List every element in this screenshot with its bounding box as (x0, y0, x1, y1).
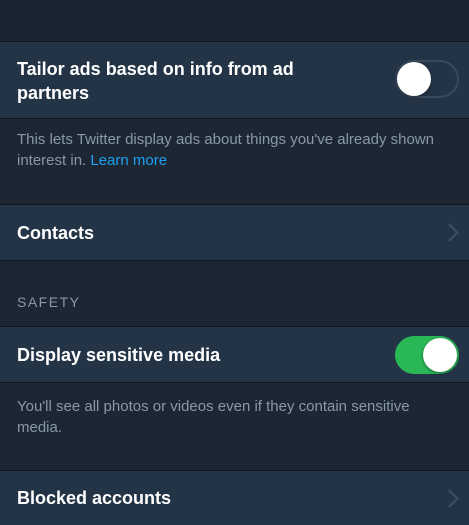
tailor-ads-description: This lets Twitter display ads about thin… (17, 129, 457, 171)
divider (0, 260, 469, 261)
safety-section-header: SAFETY (17, 294, 81, 310)
blocked-accounts-cell[interactable]: Blocked accounts (0, 471, 469, 525)
sensitive-media-toggle[interactable] (395, 336, 459, 374)
learn-more-link[interactable]: Learn more (90, 152, 167, 169)
toggle-knob (397, 62, 431, 96)
divider (0, 382, 469, 383)
tailor-ads-description-text: This lets Twitter display ads about thin… (17, 131, 434, 169)
contacts-label: Contacts (17, 223, 95, 243)
sensitive-media-label: Display sensitive media (17, 345, 221, 365)
chevron-right-icon (440, 489, 459, 508)
tailor-ads-cell[interactable]: Tailor ads based on info from ad partner… (0, 42, 469, 118)
privacy-settings-screen: Tailor ads based on info from ad partner… (0, 0, 469, 525)
toggle-knob (423, 338, 457, 372)
sensitive-media-description: You'll see all photos or videos even if … (17, 398, 410, 436)
tailor-ads-toggle[interactable] (395, 60, 459, 98)
contacts-cell[interactable]: Contacts (0, 205, 469, 260)
sensitive-media-cell[interactable]: Display sensitive media (0, 327, 469, 382)
tailor-ads-label: Tailor ads based on info from ad partner… (17, 59, 294, 103)
divider (0, 118, 469, 119)
top-section-strip (0, 0, 469, 42)
chevron-right-icon (440, 223, 459, 242)
blocked-accounts-label: Blocked accounts (17, 488, 172, 508)
